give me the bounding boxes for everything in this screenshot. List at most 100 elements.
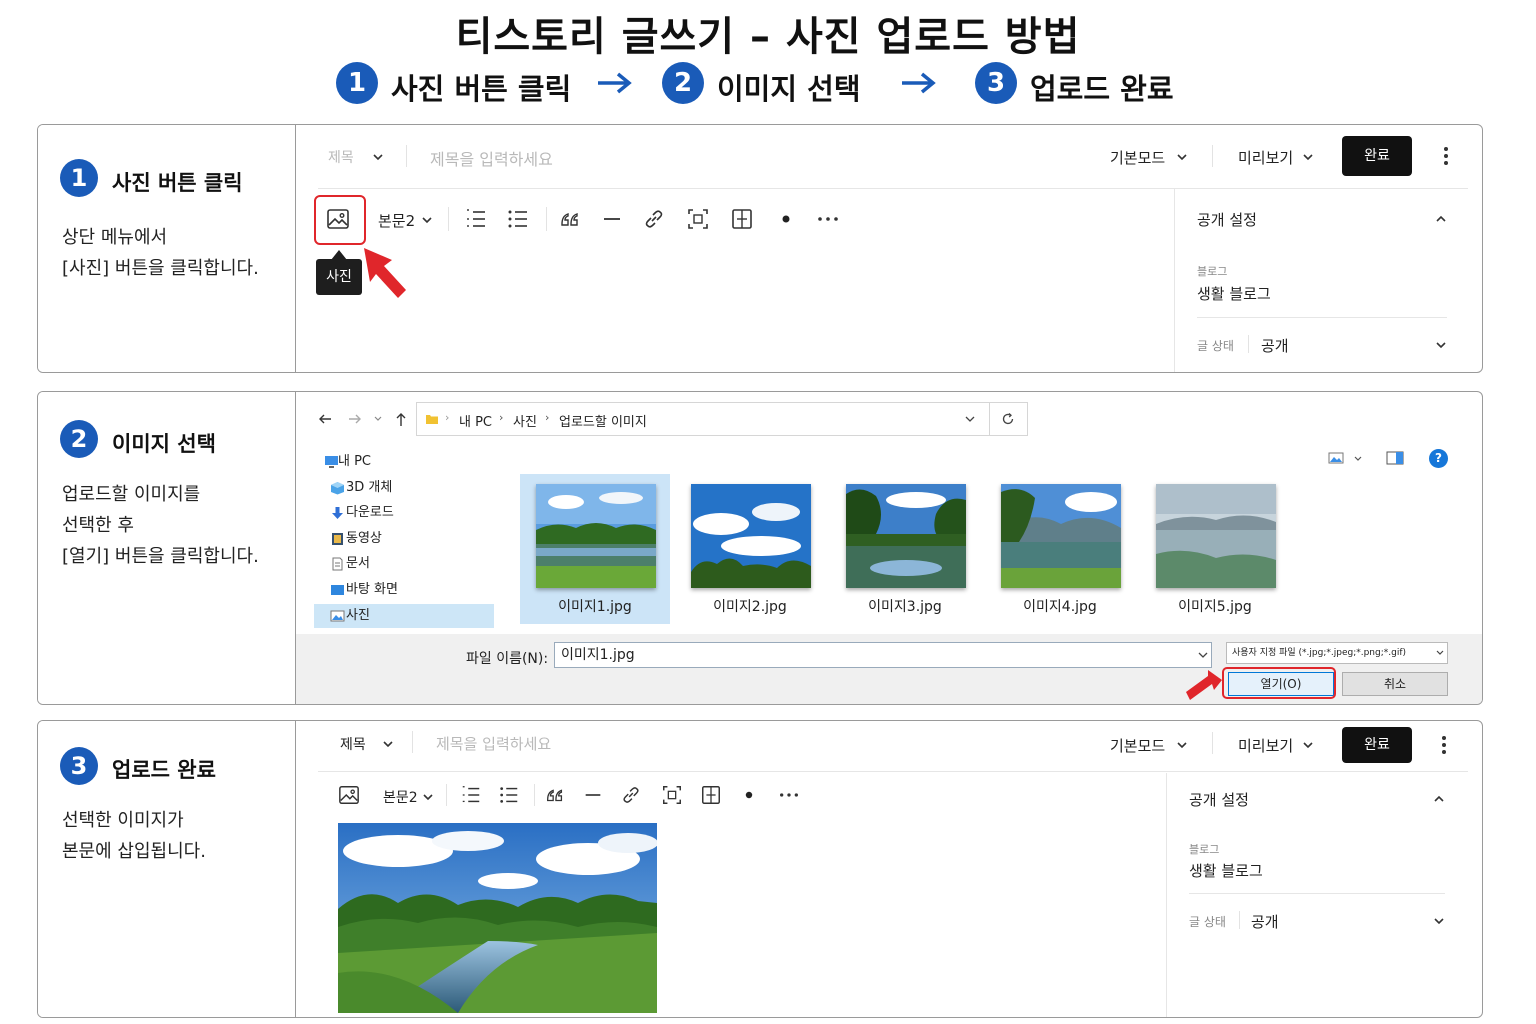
link-icon[interactable] <box>642 207 666 231</box>
nav-item-documents[interactable]: 문서 <box>314 552 494 576</box>
post-status-value[interactable]: 공개 <box>1261 335 1289 356</box>
more-vertical-icon[interactable] <box>1441 735 1447 755</box>
category-select[interactable]: 제목 <box>328 147 354 167</box>
dot-icon[interactable] <box>774 207 798 231</box>
chevron-down-icon[interactable] <box>1435 341 1447 349</box>
panel-2-desc-line: [열기] 버튼을 클릭합니다. <box>62 546 259 567</box>
horizontal-rule-icon[interactable] <box>582 784 604 806</box>
dot-icon[interactable] <box>738 784 760 806</box>
panel-2-desc-line: 업로드할 이미지를 <box>62 484 201 505</box>
step-3-label: 업로드 완료 <box>1030 72 1174 106</box>
forward-arrow-icon[interactable] <box>348 412 362 426</box>
computer-icon <box>325 456 338 468</box>
panel-2-desc-line: 선택한 후 <box>62 515 134 536</box>
paragraph-style-select[interactable]: 본문2 <box>383 787 418 807</box>
chevron-down-icon[interactable] <box>382 740 394 748</box>
embed-icon[interactable] <box>661 784 683 806</box>
breadcrumb-pictures[interactable]: 사진 <box>513 411 537 430</box>
quote-icon[interactable] <box>558 207 582 231</box>
file-item[interactable]: 이미지3.jpg <box>830 474 980 624</box>
title-input[interactable]: 제목을 입력하세요 <box>430 146 553 170</box>
download-icon <box>332 507 343 519</box>
chevron-down-icon[interactable] <box>421 216 433 224</box>
chevron-up-icon[interactable] <box>1433 795 1445 803</box>
step-2-number: 2 <box>662 62 704 104</box>
file-type-filter[interactable]: 사용자 지정 파일 (*.jpg;*.jpeg;*.png;*.gif) <box>1226 642 1448 664</box>
divider <box>546 207 547 231</box>
pictures-icon <box>330 610 345 622</box>
paragraph-style-select[interactable]: 본문2 <box>378 210 415 231</box>
step-2-label: 이미지 선택 <box>717 72 861 106</box>
file-item[interactable]: 이미지2.jpg <box>675 474 825 624</box>
preview-pane-icon[interactable] <box>1386 451 1404 465</box>
history-dropdown-icon[interactable] <box>374 416 382 422</box>
blog-value[interactable]: 생활 블로그 <box>1197 283 1271 304</box>
chevron-down-icon[interactable] <box>1198 652 1208 659</box>
nav-item-desktop[interactable]: 바탕 화면 <box>314 578 494 602</box>
chevron-down-icon[interactable] <box>1436 650 1444 656</box>
preview-button[interactable]: 미리보기 <box>1238 147 1293 168</box>
filename-input[interactable]: 이미지1.jpg <box>554 642 1212 668</box>
link-icon[interactable] <box>620 784 642 806</box>
inserted-image[interactable] <box>338 823 657 1013</box>
title-input[interactable]: 제목을 입력하세요 <box>436 733 551 754</box>
file-item[interactable]: 이미지4.jpg <box>985 474 1135 624</box>
cancel-button[interactable]: 취소 <box>1342 672 1448 696</box>
chevron-down-icon[interactable] <box>1302 153 1314 161</box>
file-item[interactable]: 이미지5.jpg <box>1140 474 1290 624</box>
panel-1-description: 1 사진 버튼 클릭 상단 메뉴에서 [사진] 버튼을 클릭합니다. <box>38 125 296 372</box>
divider <box>446 784 447 806</box>
chevron-down-icon[interactable] <box>1302 741 1314 749</box>
more-horizontal-icon[interactable] <box>778 784 800 806</box>
more-vertical-icon[interactable] <box>1443 146 1449 166</box>
filename-label: 파일 이름(N): <box>466 651 549 667</box>
chevron-down-icon[interactable] <box>372 153 384 161</box>
up-arrow-icon[interactable] <box>394 411 408 427</box>
chevron-down-icon[interactable] <box>1176 741 1188 749</box>
chevron-down-icon[interactable] <box>1433 917 1445 925</box>
mode-select[interactable]: 기본모드 <box>1110 735 1165 756</box>
breadcrumb-upload-folder[interactable]: 업로드할 이미지 <box>559 411 647 430</box>
publish-settings-title: 공개 설정 <box>1189 791 1249 809</box>
done-button[interactable]: 완료 <box>1342 727 1412 763</box>
image-icon[interactable] <box>338 784 360 806</box>
chevron-down-icon[interactable] <box>965 416 975 423</box>
table-icon[interactable] <box>730 207 754 231</box>
nav-item-downloads[interactable]: 다운로드 <box>314 501 494 525</box>
blog-value[interactable]: 생활 블로그 <box>1189 860 1263 881</box>
chevron-down-icon[interactable] <box>1176 153 1188 161</box>
numbered-list-icon[interactable] <box>464 207 488 231</box>
refresh-icon[interactable] <box>1001 412 1015 426</box>
help-icon[interactable]: ? <box>1429 449 1448 468</box>
chevron-down-icon[interactable] <box>422 793 434 801</box>
quote-icon[interactable] <box>544 784 566 806</box>
horizontal-rule-icon[interactable] <box>600 207 624 231</box>
nav-item-3d-objects[interactable]: 3D 개체 <box>314 476 494 500</box>
nav-item-pictures[interactable]: 사진 <box>314 604 494 628</box>
more-horizontal-icon[interactable] <box>816 207 840 231</box>
bullet-list-icon[interactable] <box>506 207 530 231</box>
preview-button[interactable]: 미리보기 <box>1238 735 1293 756</box>
view-thumbnail-icon[interactable] <box>1328 452 1344 464</box>
panel-3-title: 업로드 완료 <box>112 758 216 782</box>
category-select[interactable]: 제목 <box>340 734 366 754</box>
chevron-down-icon[interactable] <box>1354 456 1362 462</box>
breadcrumb-my-pc[interactable]: 내 PC <box>459 411 492 430</box>
chevron-up-icon[interactable] <box>1435 215 1447 223</box>
bullet-list-icon[interactable] <box>498 784 520 806</box>
done-button[interactable]: 완료 <box>1342 136 1412 176</box>
panel-3-number: 3 <box>60 747 98 785</box>
mode-select[interactable]: 기본모드 <box>1110 147 1165 168</box>
embed-icon[interactable] <box>686 207 710 231</box>
nav-item-videos[interactable]: 동영상 <box>314 527 494 551</box>
file-dialog-screenshot: › 내 PC › 사진 › 업로드할 이미지 내 PC 3D 개체 다운로드 동… <box>296 392 1482 704</box>
address-bar[interactable]: › 내 PC › 사진 › 업로드할 이미지 <box>416 402 1028 436</box>
file-item-selected[interactable]: 이미지1.jpg <box>520 474 670 624</box>
table-icon[interactable] <box>700 784 722 806</box>
post-status-value[interactable]: 공개 <box>1251 911 1279 932</box>
nav-label: 다운로드 <box>346 505 394 520</box>
numbered-list-icon[interactable] <box>460 784 482 806</box>
nav-item-my-pc[interactable]: 내 PC <box>314 450 494 474</box>
toolbar-divider <box>318 771 1468 772</box>
back-arrow-icon[interactable] <box>318 412 332 426</box>
